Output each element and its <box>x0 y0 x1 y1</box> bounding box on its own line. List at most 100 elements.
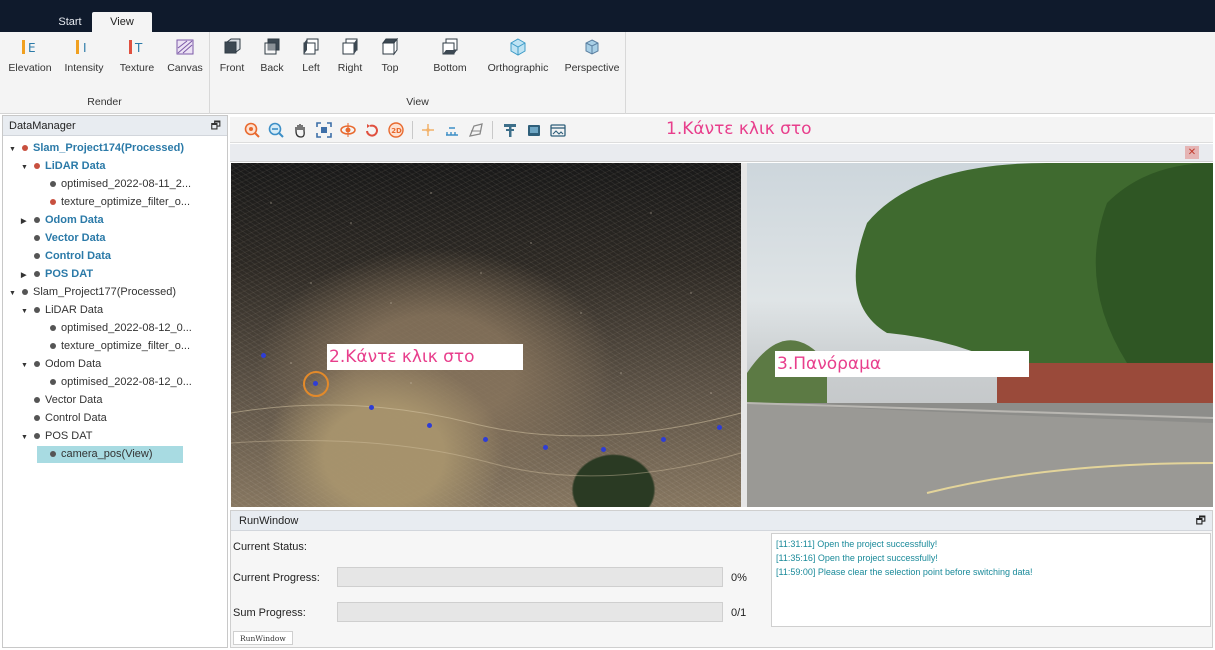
camera-position-marker[interactable] <box>483 437 488 442</box>
point-cloud-view[interactable]: 2.Κάντε κλικ στο <box>231 163 741 507</box>
pole-tool-icon[interactable] <box>502 122 518 138</box>
chevron-down-icon[interactable]: ▼ <box>21 357 31 374</box>
visibility-icon[interactable] <box>34 396 40 403</box>
top-label: Top <box>381 62 399 74</box>
tree-node[interactable]: texture_optimize_filter_o... <box>37 194 190 211</box>
zoom-in-icon[interactable] <box>244 122 260 138</box>
visibility-icon[interactable] <box>34 234 40 241</box>
canvas-button[interactable]: Canvas <box>164 38 206 74</box>
camera-position-marker[interactable] <box>717 425 722 430</box>
tree-node[interactable]: optimised_2022-08-11_2... <box>37 176 191 193</box>
tree-node-label: POS DAT <box>45 268 94 280</box>
measure-distance-icon[interactable] <box>444 122 460 138</box>
2d-view-icon[interactable]: 2D <box>388 122 404 138</box>
zoom-out-icon[interactable] <box>268 122 284 138</box>
tree-node[interactable]: ▶ POS DAT <box>21 266 93 283</box>
svg-text:2D: 2D <box>391 127 402 135</box>
tree-node-label: Control Data <box>45 250 111 262</box>
tree-node[interactable]: Control Data <box>21 248 111 265</box>
visibility-icon[interactable] <box>50 198 56 205</box>
elevation-button[interactable]: E Elevation <box>4 38 56 74</box>
model-view-icon[interactable] <box>526 122 542 138</box>
visibility-icon[interactable] <box>50 378 56 385</box>
tree-node[interactable]: ▼ LiDAR Data <box>21 158 106 175</box>
camera-position-marker[interactable] <box>369 405 374 410</box>
tree-node[interactable]: Vector Data <box>21 392 102 409</box>
viewer-toolbar: 2D 1.Κάντε κλικ στο <box>230 117 1213 143</box>
intensity-button[interactable]: I Intensity <box>58 38 110 74</box>
visibility-icon[interactable] <box>34 270 40 277</box>
annotation-step1: 1.Κάντε κλικ στο <box>666 119 812 139</box>
front-view-button[interactable]: Front <box>214 38 250 74</box>
visibility-icon[interactable] <box>22 288 28 295</box>
select-point-icon[interactable] <box>420 122 436 138</box>
cube-left-icon <box>303 38 319 55</box>
visibility-icon[interactable] <box>34 306 40 313</box>
bottom-view-button[interactable]: Bottom <box>428 38 472 74</box>
render-group-title: Render <box>87 96 122 108</box>
visibility-icon[interactable] <box>34 162 40 169</box>
camera-position-marker[interactable] <box>543 445 548 450</box>
tree-node[interactable]: ▼ Odom Data <box>21 356 101 373</box>
measure-area-icon[interactable] <box>468 122 484 138</box>
elevation-icon: E <box>22 40 36 55</box>
visibility-icon[interactable] <box>50 180 56 187</box>
tree-node[interactable]: Vector Data <box>21 230 106 247</box>
visibility-icon[interactable] <box>50 450 56 457</box>
panorama-icon[interactable] <box>550 122 566 138</box>
tree-node[interactable]: Control Data <box>21 410 107 427</box>
back-view-button[interactable]: Back <box>256 38 288 74</box>
visibility-icon[interactable] <box>50 324 56 331</box>
front-label: Front <box>219 62 245 74</box>
tree-node[interactable]: texture_optimize_filter_o... <box>37 338 190 355</box>
left-label: Left <box>302 62 320 74</box>
tab-start[interactable]: Start <box>48 12 92 32</box>
visibility-icon[interactable] <box>50 342 56 349</box>
chevron-down-icon[interactable]: ▼ <box>9 285 19 302</box>
texture-button[interactable]: T Texture <box>114 38 160 74</box>
data-manager-header: DataManager 🗗 <box>3 116 227 136</box>
chevron-down-icon[interactable]: ▼ <box>9 141 19 158</box>
tab-view[interactable]: View <box>92 12 152 32</box>
tree-node[interactable]: ▼ Slam_Project177(Processed) <box>9 284 176 301</box>
chevron-down-icon[interactable]: ▼ <box>21 429 31 446</box>
visibility-icon[interactable] <box>34 360 40 367</box>
pin-icon[interactable]: 🗗 <box>211 116 221 136</box>
visibility-icon[interactable] <box>34 432 40 439</box>
fit-extent-icon[interactable] <box>316 122 332 138</box>
tree-node[interactable]: optimised_2022-08-12_0... <box>37 374 192 391</box>
chevron-down-icon[interactable]: ▼ <box>21 303 31 320</box>
data-manager-title: DataManager <box>9 120 76 132</box>
tree-node[interactable]: ▼ Slam_Project174(Processed) <box>9 140 184 157</box>
perspective-button[interactable]: Perspective <box>560 38 624 74</box>
run-window-title: RunWindow <box>239 515 299 527</box>
tree-node[interactable]: ▼ LiDAR Data <box>21 302 103 319</box>
rotate-icon[interactable] <box>340 122 356 138</box>
camera-position-marker[interactable] <box>601 447 606 452</box>
reset-view-icon[interactable] <box>364 122 380 138</box>
orthographic-button[interactable]: Orthographic <box>480 38 556 74</box>
run-window-tab[interactable]: RunWindow <box>233 631 293 645</box>
chevron-right-icon[interactable]: ▶ <box>21 267 31 284</box>
close-icon[interactable]: ✕ <box>1185 146 1199 159</box>
pan-hand-icon[interactable] <box>292 122 308 138</box>
chevron-down-icon[interactable]: ▼ <box>21 159 31 176</box>
tree-node[interactable]: camera_pos(View) <box>37 446 183 463</box>
tree-node[interactable]: optimised_2022-08-12_0... <box>37 320 192 337</box>
pin-icon[interactable]: 🗗 <box>1196 511 1206 531</box>
camera-position-marker[interactable] <box>261 353 266 358</box>
panorama-view[interactable]: 3.Πανόραμα <box>747 163 1213 507</box>
texture-icon: T <box>129 40 143 55</box>
visibility-icon[interactable] <box>34 252 40 259</box>
camera-position-marker[interactable] <box>661 437 666 442</box>
left-view-button[interactable]: Left <box>296 38 326 74</box>
visibility-icon[interactable] <box>22 144 28 151</box>
visibility-icon[interactable] <box>34 414 40 421</box>
visibility-icon[interactable] <box>34 216 40 223</box>
camera-position-marker[interactable] <box>427 423 432 428</box>
right-view-button[interactable]: Right <box>334 38 366 74</box>
tree-node[interactable]: ▶ Odom Data <box>21 212 104 229</box>
tree-node[interactable]: ▼ POS DAT <box>21 428 92 445</box>
top-view-button[interactable]: Top <box>376 38 404 74</box>
chevron-right-icon[interactable]: ▶ <box>21 213 31 230</box>
